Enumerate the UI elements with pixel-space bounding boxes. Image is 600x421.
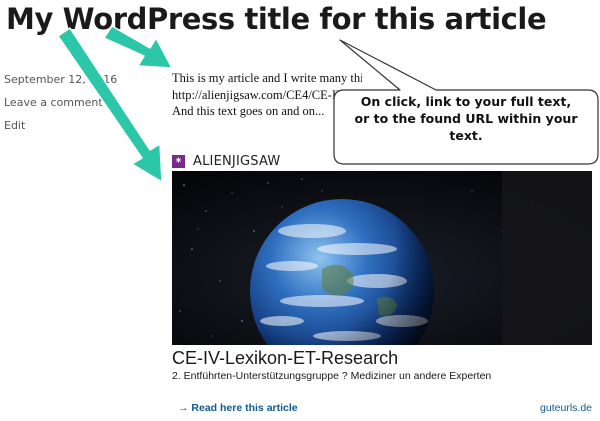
leave-comment-link[interactable]: Leave a comment [4, 96, 103, 109]
callout-line: or to the found URL within your [354, 111, 578, 126]
preview-site-header: ✶ ALIENJIGSAW [172, 152, 280, 170]
earth-image [172, 171, 592, 345]
preview-image[interactable] [172, 171, 592, 345]
edit-link[interactable]: Edit [4, 119, 25, 132]
callout-line: On click, link to your full text, [360, 94, 572, 109]
article-line: This is my article and I write many thin… [172, 71, 362, 85]
callout-text: On click, link to your full text, or to … [340, 93, 592, 144]
article-line: And this text goes on and on... [172, 104, 325, 118]
preview-title[interactable]: CE-IV-Lexikon-ET-Research [172, 348, 398, 369]
post-title: My WordPress title for this article [6, 2, 547, 36]
preview-site-name: ALIENJIGSAW [193, 153, 281, 169]
article-body: This is my article and I write many thin… [172, 70, 362, 120]
preview-description: 2. Entführten-Unterstützungsgruppe ? Med… [172, 370, 492, 382]
site-favicon-icon: ✶ [172, 154, 185, 168]
guteurls-brand-link[interactable]: guteurls.de [540, 402, 592, 414]
link-preview-card[interactable]: ✶ ALIENJIGSAW CE-IV-Lexikon-ET-Research … [172, 152, 592, 420]
callout-line: text. [449, 128, 483, 143]
read-more-link[interactable]: → Read here this article [178, 402, 298, 414]
post-date-link[interactable]: September 12, 2016 [4, 73, 117, 86]
article-url-line[interactable]: http://alienjigsaw.com/CE4/CE-IV-Lexikon… [172, 87, 362, 104]
